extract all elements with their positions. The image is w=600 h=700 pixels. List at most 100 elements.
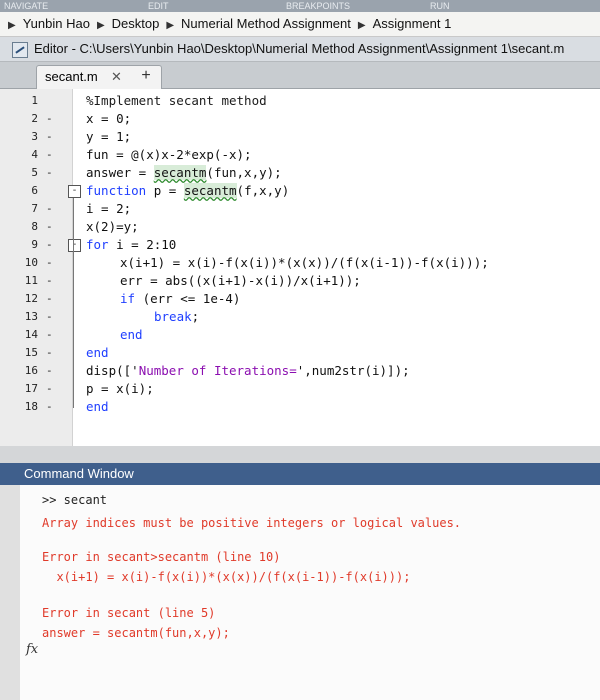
code-token: x(i+1) = x(i)-f(x(i))*(x(x))/(f(x(i-1))-…	[120, 255, 489, 270]
breakpoint-marker[interactable]: -	[46, 146, 53, 164]
code-text: end	[86, 344, 109, 362]
breadcrumb-item-folder[interactable]: Assignment 1	[373, 12, 452, 36]
fold-toggle-icon[interactable]: -	[68, 239, 81, 252]
breakpoint-marker[interactable]: -	[46, 398, 53, 416]
code-text: end	[120, 326, 143, 344]
code-text: end	[86, 398, 109, 416]
line-number: 15	[24, 346, 38, 359]
line-number: 9	[31, 238, 38, 251]
code-line[interactable]: 17- p = x(i);	[0, 380, 600, 398]
edit-section-label: EDIT	[148, 1, 169, 11]
code-text: y = 1;	[86, 128, 131, 146]
code-token: x(2)=y;	[86, 219, 139, 234]
line-number: 17	[24, 382, 38, 395]
fx-prompt-icon: fx	[26, 642, 39, 657]
fold-toggle-icon[interactable]: -	[68, 185, 81, 198]
line-number: 14	[24, 328, 38, 341]
command-output-line: answer = secantm(fun,x,y);	[42, 626, 230, 640]
code-token: p = x(i);	[86, 381, 154, 396]
code-token: y = 1;	[86, 129, 132, 144]
line-number: 12	[24, 292, 38, 305]
breadcrumb-item-user[interactable]: Yunbin Hao	[23, 12, 90, 36]
breakpoint-marker[interactable]: -	[46, 308, 53, 326]
code-text: fun = @(x)x-2*exp(-x);	[86, 146, 252, 164]
command-window[interactable]: >> secant Array indices must be positive …	[0, 485, 600, 700]
breakpoint-marker[interactable]: -	[46, 344, 53, 362]
tab-secant[interactable]: secant.m ✕ +	[36, 65, 162, 89]
code-line[interactable]: 12- if (err <= 1e-4)	[0, 290, 600, 308]
command-output-line: Error in secant (line 5)	[42, 606, 216, 620]
run-section-label: RUN	[430, 1, 450, 11]
code-line[interactable]: 15- end	[0, 344, 600, 362]
breakpoint-marker[interactable]: -	[46, 236, 53, 254]
breakpoint-marker[interactable]: -	[46, 128, 53, 146]
code-line[interactable]: 9- - for i = 2:10	[0, 236, 600, 254]
code-line[interactable]: 3- y = 1;	[0, 128, 600, 146]
code-line[interactable]: 6 - function p = secantm(f,x,y)	[0, 182, 600, 200]
breakpoint-marker[interactable]: -	[46, 200, 53, 218]
code-line[interactable]: 7- i = 2;	[0, 200, 600, 218]
code-line[interactable]: 1 %Implement secant method	[0, 92, 600, 110]
code-line[interactable]: 2- x = 0;	[0, 110, 600, 128]
editor-title: Editor - C:\Users\Yunbin Hao\Desktop\Num…	[34, 41, 565, 56]
line-number: 13	[24, 310, 38, 323]
code-text: disp(['Number of Iterations=',num2str(i)…	[86, 362, 410, 380]
code-token: (fun,x,y);	[206, 165, 282, 180]
breakpoints-section-label: BREAKPOINTS	[286, 1, 351, 11]
breadcrumb-item-desktop[interactable]: Desktop	[112, 12, 160, 36]
fold-guide	[73, 252, 74, 354]
code-line[interactable]: 4- fun = @(x)x-2*exp(-x);	[0, 146, 600, 164]
new-tab-button[interactable]: +	[137, 67, 155, 85]
line-number: 6	[31, 184, 38, 197]
breakpoint-marker[interactable]: -	[46, 290, 53, 308]
chevron-right-icon: ▶	[357, 20, 366, 31]
code-text: function p = secantm(f,x,y)	[86, 182, 289, 200]
keyword-token: end	[86, 399, 109, 414]
navigate-section-label: NAVIGATE	[4, 1, 49, 11]
breakpoint-marker[interactable]: -	[46, 272, 53, 290]
breakpoint-marker[interactable]: -	[46, 380, 53, 398]
keyword-token: function	[86, 183, 147, 198]
breadcrumb-item-project[interactable]: Numerial Method Assignment	[181, 12, 351, 36]
code-line[interactable]: 11- err = abs((x(i+1)-x(i))/x(i+1));	[0, 272, 600, 290]
highlighted-token: secantm	[153, 165, 207, 180]
close-icon[interactable]: ✕	[111, 66, 122, 88]
string-token: Number of Iterations=	[138, 363, 297, 378]
code-text: err = abs((x(i+1)-x(i))/x(i+1));	[120, 272, 361, 290]
line-number: 1	[31, 94, 38, 107]
keyword-token: end	[120, 327, 143, 342]
panel-divider[interactable]	[0, 446, 600, 463]
chevron-right-icon: ▶	[96, 20, 105, 31]
code-token: i = 2;	[86, 201, 132, 216]
code-line[interactable]: 18- end	[0, 398, 600, 416]
breakpoint-marker[interactable]: -	[46, 164, 53, 182]
editor-icon	[12, 42, 28, 58]
code-line[interactable]: 8- x(2)=y;	[0, 218, 600, 236]
breakpoint-marker[interactable]: -	[46, 254, 53, 272]
code-editor[interactable]: 1 %Implement secant method 2- x = 0; 3- y = 1…	[0, 89, 600, 446]
line-number: 4	[31, 148, 38, 161]
code-token: x = 0;	[86, 111, 132, 126]
code-line[interactable]: 5- answer = secantm(fun,x,y);	[0, 164, 600, 182]
command-prompt: >> secant	[42, 493, 108, 507]
code-text: x = 0;	[86, 110, 131, 128]
command-window-header: Command Window	[0, 463, 600, 485]
line-number: 5	[31, 166, 38, 179]
code-line[interactable]: 10- x(i+1) = x(i)-f(x(i))*(x(x))/(f(x(i-1…	[0, 254, 600, 272]
breakpoint-marker[interactable]: -	[46, 362, 53, 380]
code-token: disp(['	[86, 363, 139, 378]
code-line[interactable]: 16- disp(['Number of Iterations=',num2str…	[0, 362, 600, 380]
breakpoint-marker[interactable]: -	[46, 326, 53, 344]
code-text: %Implement secant method	[86, 92, 267, 110]
code-text: x(i+1) = x(i)-f(x(i))*(x(x))/(f(x(i-1))-…	[120, 254, 489, 272]
line-number: 10	[24, 256, 38, 269]
code-text: break;	[154, 308, 199, 326]
keyword-token: end	[86, 345, 109, 360]
code-text: x(2)=y;	[86, 218, 139, 236]
highlighted-token: secantm	[183, 183, 237, 198]
code-line[interactable]: 14- end	[0, 326, 600, 344]
code-line[interactable]: 13- break;	[0, 308, 600, 326]
breakpoint-marker[interactable]: -	[46, 110, 53, 128]
breakpoint-marker[interactable]: -	[46, 218, 53, 236]
code-token: answer =	[86, 165, 154, 180]
